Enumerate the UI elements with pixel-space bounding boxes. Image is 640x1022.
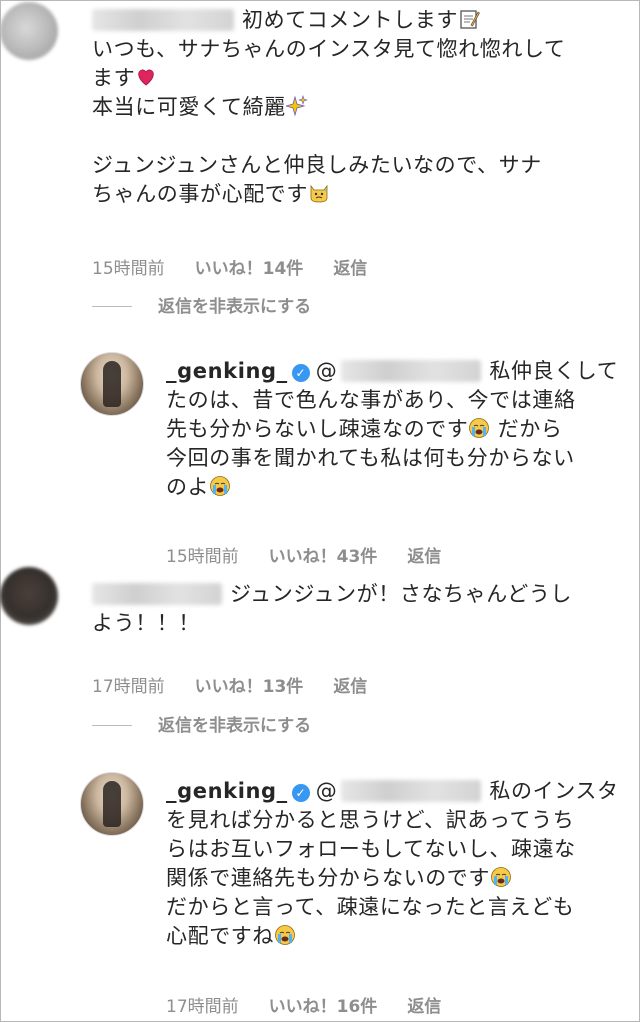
heart-icon — [138, 69, 154, 86]
timestamp: 17時間前 — [92, 677, 165, 697]
blurred-mention[interactable] — [341, 360, 482, 382]
memo-icon — [460, 10, 480, 29]
hide-replies-toggle[interactable]: 返信を非表示にする — [92, 711, 311, 736]
verified-badge-icon: ✓ — [291, 364, 310, 382]
timestamp: 15時間前 — [92, 259, 165, 279]
blurred-username[interactable] — [92, 9, 234, 31]
comment-line: 初めてコメントします — [242, 8, 458, 32]
comment-meta: 17時間前 いいね！13件 返信 — [92, 672, 397, 697]
comment-line: たのは、昔で色んな事があり、今では連絡 — [166, 388, 576, 412]
comment-meta: 15時間前 いいね！14件 返信 — [92, 254, 397, 279]
comment-line: ます — [92, 66, 136, 90]
reply-button[interactable]: 返信 — [333, 677, 367, 697]
comment-line: だから — [497, 417, 563, 441]
crying-face-icon — [275, 925, 295, 945]
comment-line: ジュンジュンさんと仲良しみたいなので、サナ — [92, 153, 542, 177]
comment-line: よう！！！ — [92, 611, 200, 635]
comment-text: ジュンジュンが！さなちゃんどうし よう！！！ — [92, 580, 572, 638]
username[interactable]: _genking_ — [166, 779, 288, 803]
likes-count[interactable]: いいね！43件 — [269, 547, 378, 567]
comment-line: のよ — [166, 475, 210, 499]
genking-avatar[interactable] — [80, 772, 144, 836]
hide-replies-toggle[interactable]: 返信を非表示にする — [92, 292, 311, 317]
reply-meta: 17時間前 いいね！16件 返信 — [166, 992, 471, 1017]
reply-button[interactable]: 返信 — [407, 997, 441, 1017]
comment-line: 私のインスタ — [489, 779, 619, 803]
comment-line: だからと言って、疎遠になったと言えども — [166, 895, 575, 919]
commenter-avatar[interactable] — [0, 2, 58, 60]
comment-line — [92, 122, 566, 151]
comment-line: 先も分からないし疎遠なのです — [166, 417, 469, 441]
reply-text: _genking_ ✓ @ 私仲良くして たのは、昔で色んな事があり、今では連絡 先も… — [166, 359, 619, 499]
comment-line: いつも、サナちゃんのインスタ見て惚れ惚れして — [92, 37, 566, 61]
comment-line: 本当に可愛くて綺麗 — [92, 95, 286, 119]
comment-line: ちゃんの事が心配です — [92, 182, 308, 206]
genking-avatar[interactable] — [80, 352, 144, 416]
hide-replies-label: 返信を非表示にする — [158, 297, 312, 317]
commenter-avatar[interactable] — [0, 567, 58, 625]
likes-count[interactable]: いいね！16件 — [269, 997, 378, 1017]
likes-count[interactable]: いいね！14件 — [195, 259, 304, 279]
comment-line: 私仲良くして — [489, 359, 619, 383]
divider — [92, 306, 132, 307]
divider — [92, 725, 132, 726]
crying-face-icon — [210, 476, 231, 496]
username[interactable]: _genking_ — [166, 359, 288, 383]
blurred-username[interactable] — [92, 583, 222, 605]
comment-text: 初めてコメントします いつも、サナちゃんのインスタ見て惚れ惚れして ます 本当に… — [92, 6, 566, 209]
verified-badge-icon: ✓ — [291, 784, 310, 802]
sparkles-icon — [285, 95, 308, 117]
comment-line: を見れば分かると思うけど、訳あってうち — [166, 808, 575, 832]
cat-sweat-icon — [310, 184, 328, 203]
reply-meta: 15時間前 いいね！43件 返信 — [166, 542, 471, 567]
timestamp: 15時間前 — [166, 547, 239, 567]
comment-line: らはお互いフォローもしてないし、疎遠な — [166, 837, 576, 861]
crying-face-icon — [469, 418, 490, 438]
reply-text: _genking_ ✓ @ 私のインスタ を見れば分かると思うけど、訳あってうち らは… — [166, 779, 619, 948]
comment-line: 心配ですね — [166, 924, 274, 948]
comment-line: 今回の事を聞かれても私は何も分からない — [166, 446, 575, 470]
blurred-mention[interactable] — [341, 780, 482, 802]
comment-line: 関係で連絡先も分からないのです — [166, 866, 490, 890]
timestamp: 17時間前 — [166, 997, 239, 1017]
reply-button[interactable]: 返信 — [333, 259, 367, 279]
reply-button[interactable]: 返信 — [407, 547, 441, 567]
likes-count[interactable]: いいね！13件 — [195, 677, 304, 697]
comment-line: ジュンジュンが！さなちゃんどうし — [230, 582, 573, 606]
crying-face-icon — [491, 867, 511, 887]
hide-replies-label: 返信を非表示にする — [158, 716, 312, 736]
